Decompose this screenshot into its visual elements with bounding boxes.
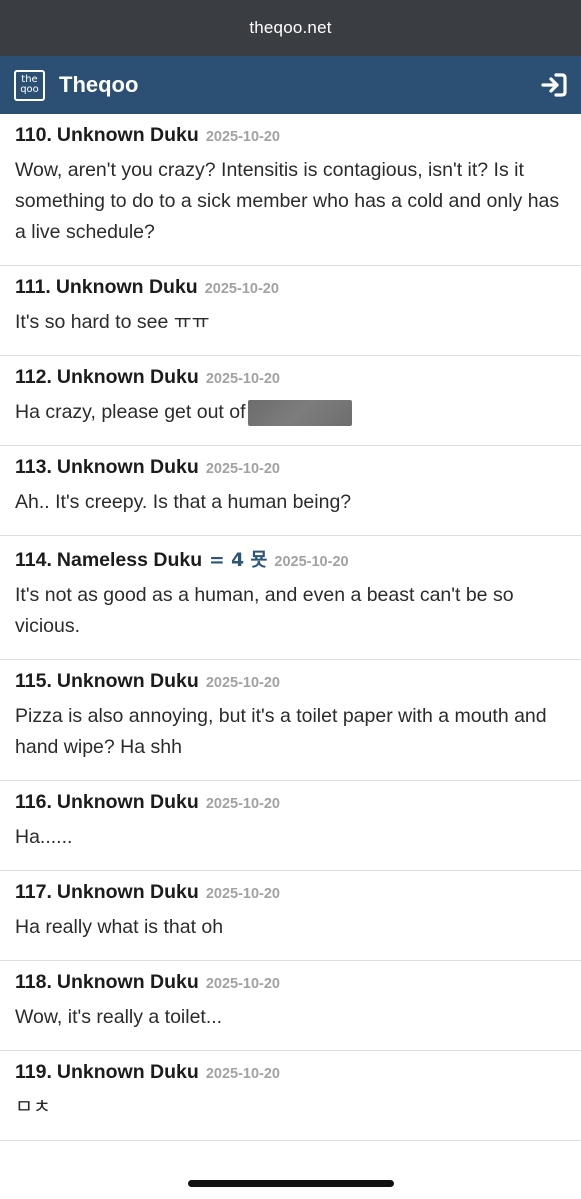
url-text: theqoo.net (249, 18, 332, 37)
comment-meta: 116. Unknown Duku 2025-10-20 (15, 791, 566, 814)
comment-number: 112. (15, 366, 52, 388)
comment-author: Unknown Duku (55, 276, 198, 298)
comment-body: Ha crazy, please get out of (15, 401, 246, 423)
comment-body: It's not as good as a human, and even a … (15, 584, 514, 637)
site-title[interactable]: Theqoo (59, 72, 138, 98)
comment-item: 110. Unknown Duku 2025-10-20 Wow, aren't… (0, 114, 581, 266)
comment-body: Wow, it's really a toilet... (15, 1006, 223, 1028)
home-indicator[interactable] (188, 1180, 394, 1187)
logo-text-bottom: qoo (20, 84, 39, 95)
comment-author: Unknown Duku (56, 670, 199, 692)
comment-number: 113. (15, 456, 52, 478)
comment-number: 111. (15, 276, 51, 298)
comment-meta: 118. Unknown Duku 2025-10-20 (15, 971, 566, 994)
comment-body: ㅁㅊ (15, 1096, 51, 1118)
comment-meta: 115. Unknown Duku 2025-10-20 (15, 670, 566, 693)
comment-date: 2025-10-20 (205, 371, 280, 387)
comment-date: 2025-10-20 (205, 886, 280, 902)
comment-meta: 112. Unknown Duku 2025-10-20 (15, 366, 566, 389)
comment-item: 118. Unknown Duku 2025-10-20 Wow, it's r… (0, 961, 581, 1051)
comment-item: 111. Unknown Duku 2025-10-20 It's so har… (0, 266, 581, 356)
comment-author: Unknown Duku (56, 881, 199, 903)
comment-body: Ha really what is that oh (15, 916, 224, 938)
comment-body: Pizza is also annoying, but it's a toile… (15, 705, 547, 758)
comment-number: 118. (15, 971, 52, 993)
comment-item: 119. Unknown Duku 2025-10-20 ㅁㅊ (0, 1051, 581, 1141)
comment-number: 119. (15, 1061, 52, 1083)
comment-body: It's so hard to see ㅠㅠ (15, 311, 210, 333)
comment-author: Unknown Duku (56, 971, 199, 993)
comment-date: 2025-10-20 (205, 976, 280, 992)
browser-url-bar[interactable]: theqoo.net (0, 0, 581, 56)
member-badge: = 4 묫 (209, 550, 268, 571)
comment-number: 117. (15, 881, 52, 903)
comment-meta: 119. Unknown Duku 2025-10-20 (15, 1061, 566, 1084)
comment-date: 2025-10-20 (205, 129, 280, 145)
comment-author: Nameless Duku (56, 549, 203, 571)
login-arrow-icon[interactable] (541, 72, 567, 98)
comment-author: Unknown Duku (56, 124, 199, 146)
comment-author: Unknown Duku (56, 791, 199, 813)
theqoo-logo-icon[interactable]: the qoo (14, 69, 45, 101)
comment-item: 112. Unknown Duku 2025-10-20 Ha crazy, p… (0, 356, 581, 446)
comment-meta: 117. Unknown Duku 2025-10-20 (15, 881, 566, 904)
comment-body: Ha...... (15, 826, 73, 848)
comment-body: Wow, aren't you crazy? Intensitis is con… (15, 159, 560, 243)
comment-number: 116. (15, 791, 52, 813)
comment-date: 2025-10-20 (205, 675, 280, 691)
comment-date: 2025-10-20 (274, 554, 349, 570)
comment-meta: 111. Unknown Duku 2025-10-20 (15, 276, 566, 299)
comment-item: 115. Unknown Duku 2025-10-20 Pizza is al… (0, 660, 581, 781)
comment-body-wrap: Ha crazy, please get out of (15, 397, 566, 428)
comment-list: 110. Unknown Duku 2025-10-20 Wow, aren't… (0, 114, 581, 1141)
comment-number: 115. (15, 670, 52, 692)
comment-date: 2025-10-20 (205, 1066, 280, 1082)
comment-author: Unknown Duku (56, 456, 199, 478)
comment-date: 2025-10-20 (205, 796, 280, 812)
comment-item: 116. Unknown Duku 2025-10-20 Ha...... (0, 781, 581, 871)
comment-meta: 113. Unknown Duku 2025-10-20 (15, 456, 566, 479)
comment-date: 2025-10-20 (204, 281, 279, 297)
comment-author: Unknown Duku (56, 1061, 199, 1083)
comment-meta: 110. Unknown Duku 2025-10-20 (15, 124, 566, 147)
comment-item: 113. Unknown Duku 2025-10-20 Ah.. It's c… (0, 446, 581, 536)
comment-body: Ah.. It's creepy. Is that a human being? (15, 491, 352, 513)
comment-item: 114. Nameless Duku = 4 묫 2025-10-20 It's… (0, 536, 581, 660)
comment-meta: 114. Nameless Duku = 4 묫 2025-10-20 (15, 546, 566, 572)
app-header: the qoo Theqoo (0, 56, 581, 114)
comment-date: 2025-10-20 (205, 461, 280, 477)
comment-number: 110. (15, 124, 52, 146)
comment-author: Unknown Duku (56, 366, 199, 388)
redaction-block (247, 399, 352, 426)
comment-item: 117. Unknown Duku 2025-10-20 Ha really w… (0, 871, 581, 961)
comment-number: 114. (15, 549, 52, 571)
